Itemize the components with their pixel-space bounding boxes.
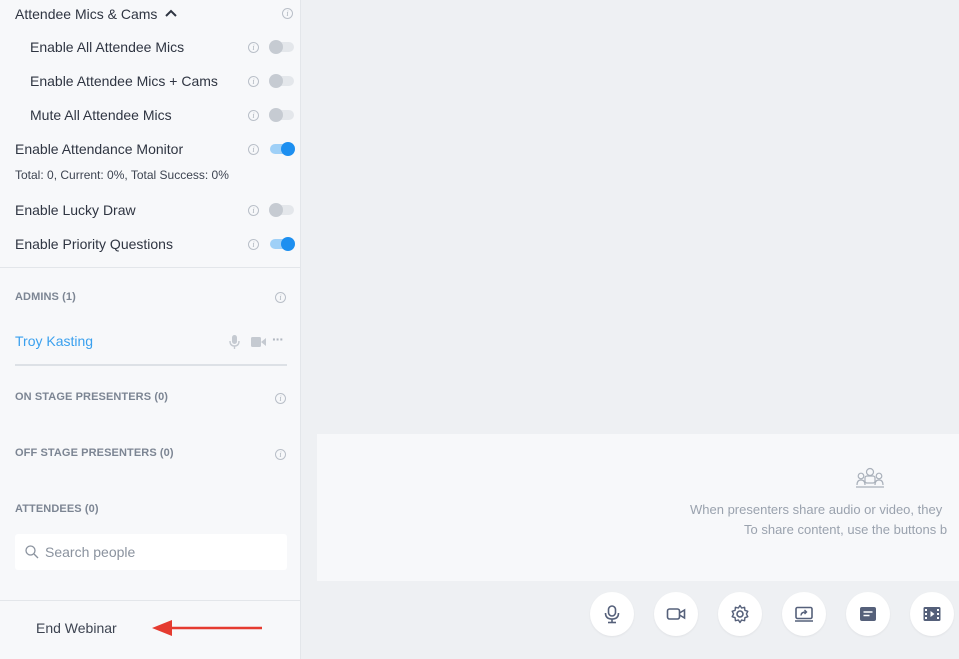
audio-button[interactable]: [590, 592, 634, 636]
admin-name[interactable]: Troy Kasting: [15, 333, 93, 349]
toggle-knob: [281, 142, 295, 156]
stage-area: When presenters share audio or video, th…: [317, 434, 959, 581]
toggle-knob: [281, 237, 295, 251]
admin-row: Troy Kasting ···: [0, 330, 301, 354]
attendance-stats: Total: 0, Current: 0%, Total Success: 0%: [15, 168, 229, 182]
enable-all-mics-row: Enable All Attendee Mics i: [0, 30, 301, 64]
microphone-icon: [604, 605, 620, 624]
priority-questions-label: Enable Priority Questions: [15, 236, 173, 252]
admins-section-title: ADMINS (1): [15, 291, 76, 303]
enable-mics-cams-toggle[interactable]: [269, 74, 294, 88]
priority-questions-row: Enable Priority Questions i: [0, 227, 301, 261]
microphone-icon[interactable]: [229, 335, 240, 349]
attendees-section-title: ATTENDEES (0): [15, 503, 99, 515]
info-icon[interactable]: i: [248, 239, 259, 250]
info-icon[interactable]: i: [248, 110, 259, 121]
chat-button[interactable]: [846, 592, 890, 636]
chevron-up-icon[interactable]: [165, 9, 177, 17]
share-screen-icon: [795, 606, 813, 622]
enable-mics-cams-row: Enable Attendee Mics + Cams i: [0, 64, 301, 98]
more-options-icon[interactable]: ···: [272, 331, 284, 347]
toggle-knob: [269, 203, 283, 217]
lucky-draw-row: Enable Lucky Draw i: [0, 193, 301, 227]
toggle-knob: [269, 40, 283, 54]
admin-row-underline: [15, 364, 287, 366]
toggle-knob: [269, 108, 283, 122]
footer-divider: [0, 600, 301, 601]
presenters-icon: [856, 467, 884, 488]
annotation-arrow: [152, 620, 262, 636]
share-screen-button[interactable]: [782, 592, 826, 636]
info-icon[interactable]: i: [248, 205, 259, 216]
settings-button[interactable]: [718, 592, 762, 636]
attendance-monitor-row: Enable Attendance Monitor i: [0, 132, 301, 166]
search-people-input[interactable]: Search people: [15, 534, 287, 570]
mute-all-mics-toggle[interactable]: [269, 108, 294, 122]
mics-cams-header[interactable]: Attendee Mics & Cams i: [0, 0, 301, 31]
info-icon[interactable]: i: [248, 76, 259, 87]
film-icon: [923, 607, 941, 621]
off-stage-section-title: OFF STAGE PRESENTERS (0): [15, 447, 174, 459]
media-button[interactable]: [910, 592, 954, 636]
chat-icon: [860, 607, 876, 621]
on-stage-section-title: ON STAGE PRESENTERS (0): [15, 391, 169, 403]
mute-all-mics-label: Mute All Attendee Mics: [30, 107, 172, 123]
camera-icon: [666, 608, 686, 620]
info-icon[interactable]: i: [282, 8, 293, 19]
stage-hint-line2: To share content, use the buttons b: [744, 522, 948, 537]
enable-all-mics-toggle[interactable]: [269, 40, 294, 54]
end-webinar-button[interactable]: End Webinar: [36, 620, 117, 636]
camera-icon[interactable]: [251, 337, 266, 347]
info-icon[interactable]: i: [275, 292, 286, 303]
attendance-monitor-toggle[interactable]: [270, 142, 295, 156]
mute-all-mics-row: Mute All Attendee Mics i: [0, 98, 301, 132]
stage-hint-line1: When presenters share audio or video, th…: [690, 502, 943, 517]
info-icon[interactable]: i: [275, 393, 286, 404]
enable-all-mics-label: Enable All Attendee Mics: [30, 39, 185, 55]
lucky-draw-label: Enable Lucky Draw: [15, 202, 136, 218]
search-icon: [25, 545, 39, 559]
gear-icon: [731, 604, 749, 624]
enable-mics-cams-label: Enable Attendee Mics + Cams: [30, 73, 218, 89]
search-placeholder: Search people: [45, 544, 136, 560]
lucky-draw-toggle[interactable]: [269, 203, 294, 217]
attendance-monitor-label: Enable Attendance Monitor: [15, 141, 184, 157]
video-button[interactable]: [654, 592, 698, 636]
section-divider: [0, 267, 301, 268]
priority-questions-toggle[interactable]: [270, 237, 295, 251]
toggle-knob: [269, 74, 283, 88]
mics-cams-header-label: Attendee Mics & Cams: [15, 6, 158, 22]
info-icon[interactable]: i: [248, 144, 259, 155]
info-icon[interactable]: i: [248, 42, 259, 53]
sidebar-panel: Attendee Mics & Cams i Enable All Attend…: [0, 0, 301, 659]
info-icon[interactable]: i: [275, 449, 286, 460]
